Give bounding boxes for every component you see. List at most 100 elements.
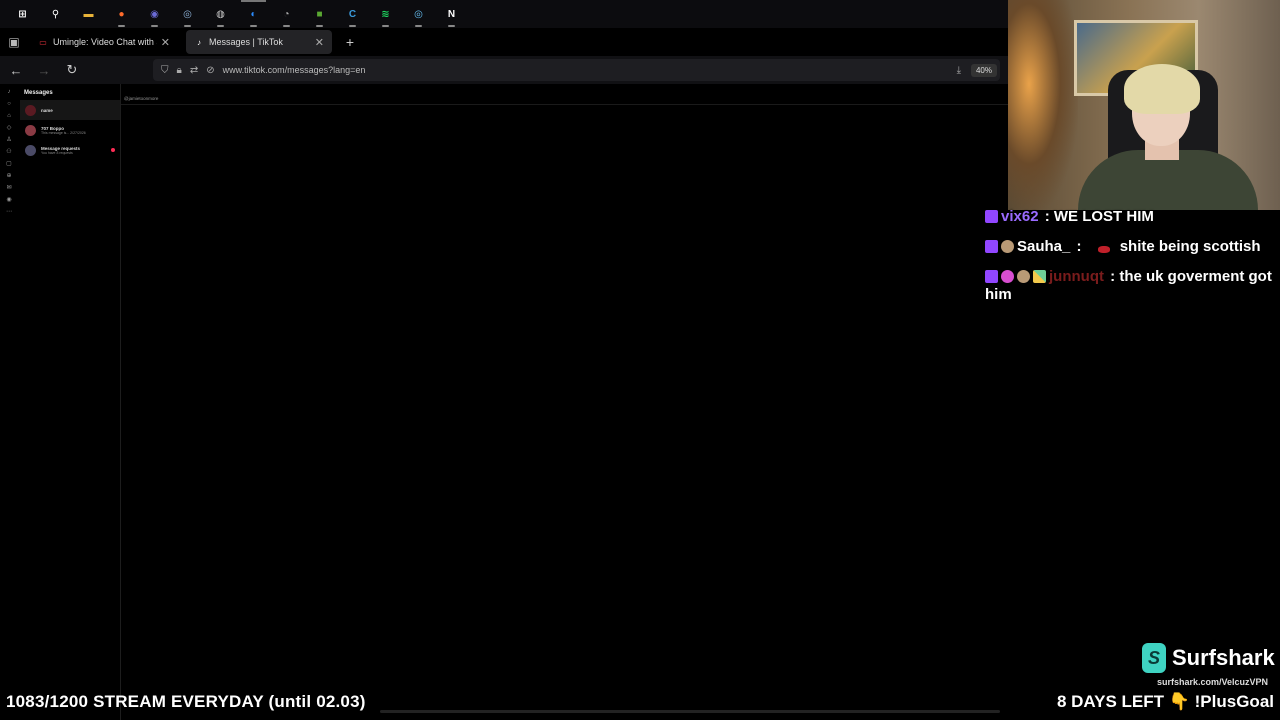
windows-taskbar: ⊞ ⚲ ▬ ● ◉ ◎ ◍ ◐ ◔ ■ C ≋ ◎ N — [0, 0, 1008, 28]
conversation-text: 707 Boppo This message is... 2/27/2026 — [41, 126, 86, 135]
tab-umingle[interactable]: ▭ Umingle: Video Chat with Strang ✕ — [30, 30, 178, 54]
steam-alt-icon[interactable]: ◎ — [402, 0, 435, 28]
stream-chat-overlay: vix62 : WE LOST HIM Sauha_ : shite being … — [985, 208, 1277, 316]
minecraft-icon[interactable]: ■ — [303, 0, 336, 28]
conversation-username[interactable]: @jamietoonmore — [124, 96, 158, 101]
conversation-text: Message requests You have 8 requests — [41, 146, 80, 155]
tab-title: Messages | TikTok — [209, 37, 283, 47]
firefox-icon-glyph: ● — [118, 8, 125, 20]
address-bar[interactable]: ⛉ 🔒︎ ⇄ ⊘ www.tiktok.com/messages?lang=en… — [153, 59, 1000, 81]
heart-badge-icon — [1001, 270, 1014, 283]
conversation-item[interactable]: Message requests You have 8 requests — [20, 140, 120, 160]
url-text[interactable]: www.tiktok.com/messages?lang=en — [223, 65, 957, 75]
obs-icon[interactable]: ◍ — [204, 0, 237, 28]
upload-icon[interactable]: ⊕ — [6, 172, 11, 181]
conversation-text: name — [41, 108, 53, 113]
windows-start-icon-glyph: ⊞ — [18, 8, 27, 20]
explore-icon[interactable]: ◇ — [7, 124, 12, 133]
chat-separator: : — [1040, 208, 1054, 225]
file-explorer-icon[interactable]: ▬ — [72, 0, 105, 28]
conversation-item[interactable]: 707 Boppo This message is... 2/27/2026 — [20, 120, 120, 140]
obs-icon-glyph: ◍ — [216, 8, 225, 20]
avatar — [25, 144, 36, 156]
chrome-icon[interactable]: ◉ — [138, 0, 171, 28]
chat-message: vix62 : WE LOST HIM — [985, 208, 1277, 226]
steam-icon[interactable]: ◎ — [171, 0, 204, 28]
file-explorer-icon-glyph: ▬ — [83, 8, 94, 20]
browser-nav-bar: ← → ↻ ⛉ 🔒︎ ⇄ ⊘ www.tiktok.com/messages?l… — [0, 56, 1008, 84]
horizontal-scrollbar[interactable] — [380, 710, 1000, 713]
tiktok-favicon-icon: ♪ — [197, 37, 201, 47]
search-icon-glyph: ⚲ — [51, 8, 60, 20]
search-icon[interactable]: ○ — [7, 100, 11, 109]
steam-icon-glyph: ◎ — [183, 8, 192, 20]
zoom-level-badge[interactable]: 40% — [970, 63, 997, 77]
conversation-name: Message requests — [41, 145, 81, 151]
umingle-favicon-icon: ▭ — [39, 37, 47, 47]
stream-goal-ticker: 1083/1200 STREAM EVERYDAY (until 02.03) — [6, 692, 366, 711]
sponsor-site: surfshark.com/VelcuzVPN — [1157, 677, 1269, 687]
twitch-badge-icon — [985, 270, 998, 283]
close-tab-icon[interactable]: ✕ — [315, 36, 324, 49]
profile-icon[interactable]: ◉ — [6, 196, 11, 205]
notion-icon[interactable]: N — [435, 0, 468, 28]
close-tab-icon[interactable]: ✕ — [161, 36, 170, 49]
speedtest-icon-glyph: ◔ — [283, 8, 290, 20]
ccleaner-icon[interactable]: C — [336, 0, 369, 28]
surfshark-logo-icon: S — [1142, 643, 1166, 673]
face-badge-icon — [1017, 270, 1030, 283]
ccleaner-icon-glyph: C — [348, 8, 357, 20]
new-tab-plus-icon[interactable]: + — [340, 34, 360, 50]
browser-icon-glyph: ◐ — [250, 8, 257, 20]
spotify-icon[interactable]: ≋ — [369, 0, 402, 28]
chat-username: Sauha_ — [1017, 238, 1071, 255]
tab-list-icon[interactable]: ▣ — [0, 28, 28, 56]
conversation-item[interactable]: name — [20, 100, 120, 120]
chat-text: WE LOST HIM — [1053, 208, 1154, 225]
more-icon[interactable]: ⋯ — [6, 208, 12, 217]
chat-separator: : — [1072, 238, 1086, 255]
firefox-icon[interactable]: ● — [105, 0, 138, 28]
sponsor-brand: Surfshark — [1172, 645, 1275, 670]
conversation-preview: This message is... 2/27/2026 — [41, 130, 86, 135]
chat-separator: : — [1105, 268, 1120, 285]
chat-username: vix62 — [1001, 208, 1039, 225]
friends-icon[interactable]: ⚇ — [6, 148, 11, 157]
search-icon[interactable]: ⚲ — [39, 0, 72, 28]
tiktok-logo-icon[interactable]: ♪ — [8, 88, 11, 97]
lamp-glow — [1008, 0, 1078, 210]
home-icon[interactable]: ⌂ — [7, 112, 11, 121]
shield-icon[interactable]: ⛉ — [161, 65, 169, 76]
download-icon[interactable]: ⤓ — [957, 65, 961, 76]
tracking-off-icon[interactable]: ⊘ — [206, 65, 214, 76]
windows-start-icon[interactable]: ⊞ — [6, 0, 39, 28]
tiktok-messages-page: ♪ ○ ⌂ ◇ ♙ ⚇ ▢ ⊕ ✉ ◉ ⋯ Messages name 707 B… — [0, 84, 1008, 720]
live-icon[interactable]: ▢ — [6, 160, 12, 169]
face-badge-icon — [1001, 240, 1014, 253]
conversation-header-divider — [121, 104, 1008, 105]
conversation-name: name — [41, 107, 53, 113]
following-icon[interactable]: ♙ — [6, 136, 11, 145]
streamer-hair — [1124, 64, 1200, 114]
forward-arrow-icon[interactable]: → — [32, 58, 56, 82]
browser-icon[interactable]: ◐ — [237, 0, 270, 28]
tiktok-nav-rail: ♪ ○ ⌂ ◇ ♙ ⚇ ▢ ⊕ ✉ ◉ ⋯ — [0, 84, 18, 720]
speedtest-icon[interactable]: ◔ — [270, 0, 303, 28]
reload-icon[interactable]: ↻ — [60, 58, 84, 82]
conversation-list: Messages name 707 Boppo This message is...… — [20, 84, 121, 720]
tab-tiktok-messages[interactable]: ♪ Messages | TikTok ✕ — [186, 30, 332, 54]
webcam-overlay — [1008, 0, 1280, 210]
avatar — [25, 124, 36, 136]
surfshark-sponsor: S Surfshark surfshark.com/VelcuzVPN — [1142, 643, 1275, 689]
days-left-ticker: 8 DAYS LEFT 👇 !PlusGoal — [1056, 692, 1274, 711]
tab-title: Umingle: Video Chat with Strang — [53, 37, 157, 47]
twitch-badge-icon — [985, 210, 998, 223]
browser-tab-strip: ▣ ▭ Umingle: Video Chat with Strang ✕ ♪ … — [0, 28, 1008, 56]
chat-message: junnuqt : the uk goverment got him — [985, 268, 1277, 304]
lock-icon[interactable]: 🔒︎ — [177, 65, 182, 76]
spotify-icon-glyph: ≋ — [381, 8, 390, 20]
messages-icon[interactable]: ✉ — [6, 184, 11, 193]
back-arrow-icon[interactable]: ← — [4, 58, 28, 82]
unread-dot — [111, 148, 115, 152]
permissions-icon[interactable]: ⇄ — [190, 65, 198, 76]
